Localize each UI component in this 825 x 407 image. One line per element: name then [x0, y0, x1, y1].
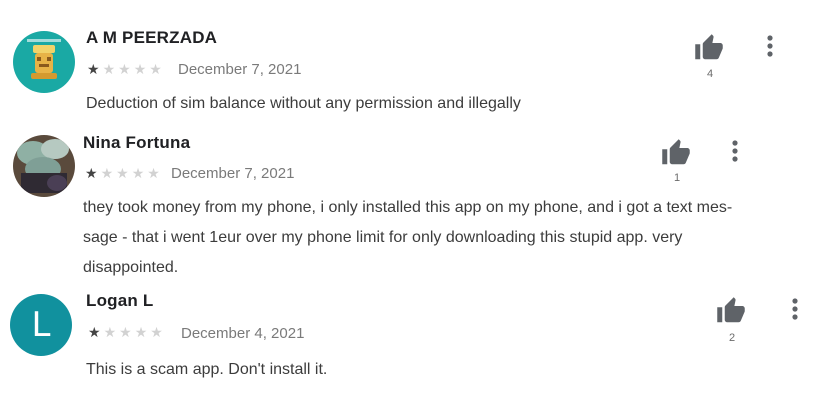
- star-icon: ★: [119, 324, 135, 340]
- avatar[interactable]: L: [10, 294, 72, 356]
- thumb-up-icon[interactable]: [716, 296, 746, 326]
- star-icon: ★: [150, 324, 166, 340]
- reviewer-name: Logan L: [86, 291, 154, 310]
- star-icon: ★: [103, 324, 120, 340]
- more-vert-icon[interactable]: [790, 297, 800, 321]
- helpful-count: 2: [728, 332, 736, 344]
- star-icon: ★: [134, 324, 151, 340]
- rating-stars: ★★★★★: [88, 325, 166, 339]
- review-item: L Logan L ★★★★★ December 4, 2021 This is…: [0, 0, 825, 400]
- review-date: December 4, 2021: [181, 325, 305, 342]
- star-icon: ★: [88, 324, 104, 340]
- review-text: This is a scam app. Don't install it.: [86, 361, 328, 378]
